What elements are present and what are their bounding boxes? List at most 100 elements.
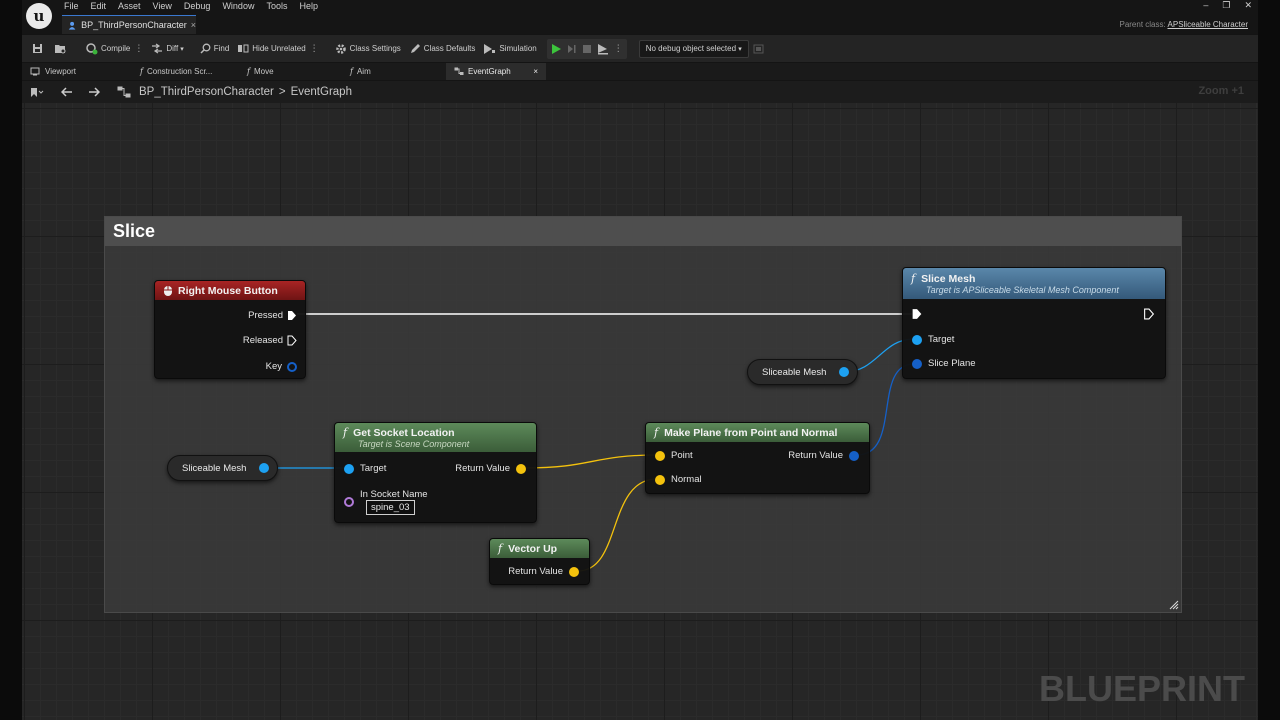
- bookmark-icon: [31, 87, 44, 97]
- play-options-icon[interactable]: ⋮: [614, 43, 623, 54]
- pin-label: Normal: [671, 474, 702, 485]
- simulation-button[interactable]: Simulation: [479, 39, 540, 59]
- node-title: Slice Mesh: [921, 272, 976, 285]
- breadcrumb: BP_ThirdPersonCharacter > EventGraph: [107, 86, 352, 98]
- target-pin[interactable]: Target: [344, 463, 386, 474]
- mouse-icon: [164, 285, 172, 296]
- get-socket-location-node[interactable]: f Get Socket Location Target is Scene Co…: [334, 422, 537, 523]
- blueprint-person-icon: [68, 21, 76, 30]
- struct-pin-icon: [287, 361, 297, 372]
- vector-pin-icon: [516, 463, 526, 474]
- return-value-pin[interactable]: Return Value: [508, 566, 579, 577]
- toolbar: Compile ⋮ Diff ▾ Find Hide Unrelated ⋮ C…: [22, 35, 1258, 62]
- back-button[interactable]: [51, 82, 80, 102]
- restore-icon[interactable]: ❐: [1222, 0, 1230, 11]
- play-icon[interactable]: [551, 43, 562, 55]
- socket-name-input[interactable]: spine_03: [366, 500, 415, 515]
- menu-file[interactable]: File: [58, 0, 85, 13]
- pin-label: Target: [928, 334, 955, 345]
- arrow-right-icon: [89, 87, 100, 97]
- save-button[interactable]: [22, 39, 50, 59]
- normal-pin[interactable]: Normal: [655, 474, 702, 485]
- breadcrumb-current[interactable]: EventGraph: [291, 86, 352, 98]
- eject-icon[interactable]: [597, 43, 609, 55]
- browse-button[interactable]: [50, 39, 73, 59]
- function-icon: f: [350, 67, 353, 76]
- compile-options-icon[interactable]: ⋮: [134, 43, 143, 54]
- exec-out-pin-icon[interactable]: [1143, 308, 1155, 320]
- tab-viewport[interactable]: Viewport: [22, 63, 132, 80]
- node-title: Make Plane from Point and Normal: [664, 426, 838, 439]
- debug-object-select[interactable]: No debug object selected ▾: [638, 39, 749, 58]
- bookmark-button[interactable]: [22, 82, 51, 102]
- slice-mesh-node[interactable]: f Slice Mesh Target is APSliceable Skele…: [902, 267, 1166, 379]
- menu-debug[interactable]: Debug: [178, 0, 217, 13]
- return-value-pin[interactable]: Return Value: [455, 463, 526, 474]
- diff-label: Diff: [166, 44, 179, 53]
- object-pin-icon: [344, 463, 354, 474]
- sliceable-mesh-getter-left[interactable]: Sliceable Mesh: [167, 455, 278, 481]
- function-icon: f: [654, 426, 659, 439]
- diff-button[interactable]: Diff ▾: [147, 39, 187, 59]
- target-pin[interactable]: Target: [912, 334, 954, 345]
- right-mouse-button-node[interactable]: Right Mouse Button Pressed Released Key: [154, 280, 306, 379]
- tab-eventgraph[interactable]: EventGraph ×: [446, 63, 546, 80]
- key-pin[interactable]: Key: [266, 361, 297, 372]
- debug-filter-button[interactable]: [749, 39, 771, 59]
- pin-label: Slice Plane: [928, 358, 976, 369]
- vector-up-node[interactable]: f Vector Up Return Value: [489, 538, 590, 585]
- menu-edit[interactable]: Edit: [85, 0, 113, 13]
- hide-options-icon[interactable]: ⋮: [310, 43, 319, 54]
- class-settings-button[interactable]: Class Settings: [331, 39, 405, 59]
- in-socket-name-pin[interactable]: In Socket Name: [344, 489, 428, 500]
- point-pin[interactable]: Point: [655, 450, 693, 461]
- sliceable-mesh-getter-top[interactable]: Sliceable Mesh: [747, 359, 858, 385]
- forward-button[interactable]: [80, 82, 107, 102]
- menu-view[interactable]: View: [147, 0, 178, 13]
- find-button[interactable]: Find: [196, 39, 234, 59]
- node-title: Get Socket Location: [353, 426, 455, 439]
- object-pin-icon: [839, 367, 849, 377]
- tab-construction-script[interactable]: f Construction Scr...: [132, 63, 239, 80]
- menu-window[interactable]: Window: [216, 0, 260, 13]
- name-pin-icon[interactable]: [344, 497, 354, 507]
- gear-icon: [335, 43, 346, 54]
- released-pin[interactable]: Released: [243, 335, 297, 346]
- pin-label: Released: [242, 335, 283, 346]
- minimize-icon[interactable]: –: [1203, 0, 1208, 11]
- make-plane-node[interactable]: f Make Plane from Point and Normal Point…: [645, 422, 870, 494]
- slice-plane-pin[interactable]: Slice Plane: [912, 358, 976, 369]
- exec-in-pin-icon[interactable]: [911, 308, 923, 320]
- close-tab-icon[interactable]: ×: [191, 20, 196, 30]
- menu-tools[interactable]: Tools: [260, 0, 293, 13]
- node-header: f Vector Up: [490, 539, 589, 558]
- pin-label: Return Value: [508, 566, 563, 577]
- object-pin-icon: [912, 334, 922, 345]
- breadcrumb-root[interactable]: BP_ThirdPersonCharacter: [139, 86, 274, 98]
- tab-move[interactable]: f Move: [239, 63, 342, 80]
- compile-button[interactable]: Compile ⋮: [81, 39, 147, 59]
- vector-pin-icon: [569, 566, 579, 577]
- chevron-down-icon: ▾: [180, 45, 184, 53]
- compile-label: Compile: [101, 44, 131, 53]
- menu-asset[interactable]: Asset: [112, 0, 147, 13]
- unreal-editor-window: u File Edit Asset View Debug Window Tool…: [22, 0, 1258, 720]
- hide-unrelated-button[interactable]: Hide Unrelated ⋮: [233, 39, 322, 59]
- class-defaults-button[interactable]: Class Defaults: [405, 39, 480, 59]
- advance-frame-icon[interactable]: [567, 43, 577, 55]
- node-header: f Get Socket Location Target is Scene Co…: [335, 423, 536, 452]
- pressed-pin[interactable]: Pressed: [248, 310, 297, 321]
- close-tab-icon[interactable]: ×: [533, 67, 538, 76]
- unreal-logo-icon[interactable]: u: [26, 3, 52, 29]
- asset-tab[interactable]: BP_ThirdPersonCharacter ×: [62, 15, 196, 34]
- stop-icon[interactable]: [582, 44, 592, 54]
- menu-bar: File Edit Asset View Debug Window Tools …: [58, 0, 324, 13]
- title-bar: u File Edit Asset View Debug Window Tool…: [22, 0, 1258, 34]
- pin-label: Key: [265, 361, 282, 372]
- parent-class-link[interactable]: APSliceable Character: [1168, 20, 1248, 29]
- menu-help[interactable]: Help: [293, 0, 324, 13]
- event-graph-canvas[interactable]: Slice Right Mouse Button Pressed Release…: [22, 103, 1258, 720]
- close-window-icon[interactable]: ✕: [1244, 0, 1252, 11]
- tab-aim[interactable]: f Aim: [342, 63, 446, 80]
- return-value-pin[interactable]: Return Value: [788, 450, 859, 461]
